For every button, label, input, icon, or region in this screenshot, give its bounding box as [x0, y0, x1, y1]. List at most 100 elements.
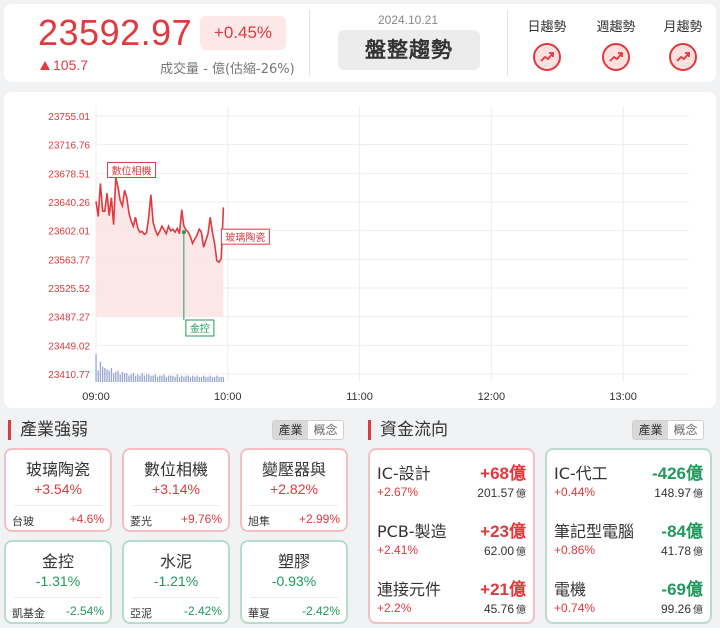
trend-up-icon — [533, 43, 561, 71]
volume-bar — [172, 375, 174, 382]
lead-stock-name: 亞泥 — [130, 607, 152, 620]
lead-stock-percent: +9.76% — [180, 512, 222, 526]
industry-strength-title: 產業強弱 — [8, 420, 88, 440]
industry-tab-switch: 產業 概念 — [272, 420, 344, 440]
volume-bar — [198, 376, 200, 382]
flow-amount: -84億 — [661, 522, 703, 541]
flow-amount: +68億 — [480, 464, 526, 483]
industry-card[interactable]: 變壓器與 +2.82% 旭隼 +2.99% — [240, 448, 348, 532]
flow-percent: +0.86% — [554, 543, 596, 557]
industry-name: 玻璃陶瓷 — [25, 460, 90, 479]
volume-bar — [205, 376, 207, 382]
intraday-chart-svg: 23755.01 23716.76 23678.51 23640.26 23602.01… — [48, 106, 689, 403]
volume-bar — [95, 354, 97, 382]
intraday-chart: 23755.01 23716.76 23678.51 23640.26 23602.01… — [4, 92, 716, 408]
flow-amount: -69億 — [661, 580, 703, 599]
volume-bar — [139, 375, 141, 382]
lead-stock-percent: -2.42% — [183, 604, 222, 618]
volume-bar — [132, 373, 135, 382]
trend-up-icon — [602, 43, 630, 71]
fund-flow-item[interactable]: IC-設計 +68億 +2.67% 201.57 億 — [370, 454, 533, 508]
volume-bar — [134, 375, 137, 382]
y-tick-label: 23449.02 — [48, 341, 90, 352]
volume-text: 成交量 - 億(估縮-26%) — [160, 62, 295, 77]
tab-monthly-trend[interactable]: 月趨勢 — [653, 16, 713, 71]
industry-percent: +3.14% — [152, 481, 200, 497]
trend-tab-label: 週趨勢 — [596, 20, 636, 35]
volume-bar — [123, 373, 126, 382]
industry-percent: +3.54% — [34, 481, 82, 497]
trade-date: 2024.10.21 — [377, 13, 439, 27]
volume-bar — [117, 370, 119, 382]
volume-bar — [211, 376, 214, 382]
tab-daily-trend[interactable]: 日趨勢 — [517, 16, 577, 71]
industry-card[interactable]: 數位相機 +3.14% 菱光 +9.76% — [122, 448, 230, 532]
industry-card[interactable]: 金控 -1.31% 凱基金 -2.54% — [4, 540, 112, 624]
flow-percent: +0.74% — [554, 601, 596, 615]
volume-bar — [178, 376, 181, 382]
x-tick-label: 13:00 — [609, 391, 637, 403]
card-divider — [14, 597, 102, 598]
fund-flow-item[interactable]: PCB-製造 +23億 +2.41% 62.00 億 — [370, 512, 533, 566]
trend-status: 盤整趨勢 — [338, 30, 480, 70]
y-tick-label: 23716.76 — [48, 141, 90, 152]
volume-bar — [214, 376, 216, 382]
volume-bar — [176, 374, 178, 382]
volume-bar — [165, 376, 167, 382]
flow-industry-name: 筆記型電腦 — [554, 522, 635, 541]
fund-flow-item[interactable]: 連接元件 +21億 +2.2% 45.76 億 — [370, 570, 533, 624]
index-header: 23592.97 +0.45% 105.7 成交量 - 億(估縮-26%) 20… — [4, 4, 716, 82]
industry-name: 塑膠 — [277, 552, 310, 571]
tab-concept[interactable]: 概念 — [308, 421, 343, 439]
card-divider — [250, 597, 338, 598]
up-triangle-icon — [40, 61, 50, 70]
tab-concept[interactable]: 概念 — [668, 421, 703, 439]
flow-volume: 148.97 億 — [654, 486, 703, 500]
industry-card[interactable]: 塑膠 -0.93% 華夏 -2.42% — [240, 540, 348, 624]
flow-percent: +2.2% — [377, 601, 412, 615]
x-tick-label: 10:00 — [214, 391, 242, 403]
flow-industry-name: 電機 — [554, 580, 587, 599]
tab-industry[interactable]: 產業 — [633, 421, 668, 439]
industry-card[interactable]: 玻璃陶瓷 +3.54% 台玻 +4.6% — [4, 448, 112, 532]
flow-percent: +2.67% — [377, 485, 419, 499]
y-tick-label: 23678.51 — [48, 169, 90, 180]
volume-bar — [161, 375, 163, 382]
flow-amount: +23億 — [480, 522, 526, 541]
volume-bar — [104, 368, 106, 382]
trend-tab-label: 月趨勢 — [663, 20, 703, 35]
volume-bar — [170, 375, 172, 382]
lead-stock-percent: -2.42% — [301, 604, 340, 618]
tab-weekly-trend[interactable]: 週趨勢 — [586, 16, 646, 71]
fund-flow-tab-switch: 產業 概念 — [632, 420, 704, 440]
volume-bar — [189, 376, 192, 382]
volume-bar — [181, 375, 183, 382]
fund-flow-item[interactable]: 筆記型電腦 -84億 +0.86% 41.78 億 — [547, 512, 710, 566]
volume-bar — [108, 370, 110, 382]
volume-bar — [220, 376, 222, 382]
tab-industry[interactable]: 產業 — [273, 421, 308, 439]
card-divider — [14, 505, 102, 506]
x-tick-label: 12:00 — [478, 391, 506, 403]
change-value: 105.7 — [53, 57, 89, 73]
industry-card[interactable]: 水泥 -1.21% 亞泥 -2.42% — [122, 540, 230, 624]
industry-name: 變壓器與 — [261, 460, 326, 479]
trend-up-icon — [669, 43, 697, 71]
fund-flow-title: 資金流向 — [368, 420, 448, 440]
volume-bar — [101, 366, 104, 382]
fund-flow-item[interactable]: IC-代工 -426億 +0.44% 148.97 億 — [547, 454, 710, 508]
flow-industry-name: IC-代工 — [554, 464, 608, 483]
volume-bar — [97, 370, 99, 382]
lead-stock-percent: -2.54% — [65, 604, 104, 618]
index-price: 23592.97 — [38, 12, 193, 53]
flow-industry-name: IC-設計 — [377, 464, 431, 483]
volume-bar — [130, 374, 132, 382]
fund-flow-item[interactable]: 電機 -69億 +0.74% 99.26 億 — [547, 570, 710, 624]
y-tick-label: 23410.77 — [48, 370, 90, 381]
volume-bar — [159, 375, 161, 382]
volume-bar — [200, 376, 203, 382]
flow-amount: -426億 — [651, 464, 703, 483]
volume-bar — [150, 375, 152, 382]
industry-name: 水泥 — [159, 552, 192, 571]
lead-stock-percent: +4.6% — [69, 512, 104, 526]
